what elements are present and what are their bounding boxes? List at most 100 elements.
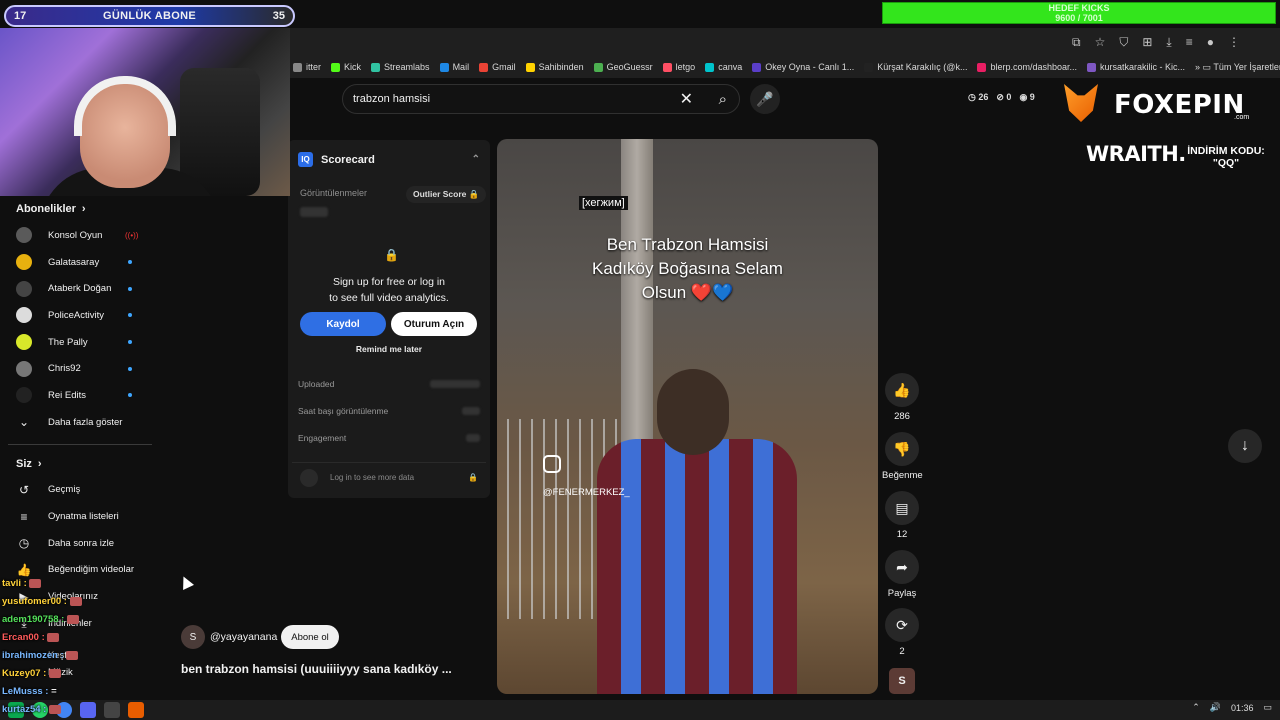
- chat-username: ibrahimozen :: [2, 650, 67, 661]
- show-more-button[interactable]: ⌄ Daha fazla göster: [0, 409, 160, 436]
- shield-icon[interactable]: ⛉: [1119, 35, 1128, 50]
- chat-username: tavli :: [2, 578, 30, 589]
- menu-icon[interactable]: ⋮: [1228, 35, 1240, 49]
- emote-icon: [47, 632, 60, 642]
- search-input[interactable]: trabzon hamsisi: [353, 93, 430, 105]
- channel-avatar: [16, 387, 32, 404]
- bookmark-item[interactable]: canva: [702, 62, 742, 72]
- show-more-label: Daha fazla göster: [48, 416, 123, 428]
- chat-message: LeMusss : =: [2, 683, 152, 701]
- chat-message: Ercan00 :: [2, 629, 152, 647]
- stat-b: ⊘ 0: [996, 92, 1012, 102]
- share-button[interactable]: ➦ Paylaş: [884, 550, 920, 599]
- signup-prompt: Sign up for free or log in to see full v…: [288, 274, 490, 306]
- new-content-dot: [128, 286, 132, 291]
- blurred-avatar: [300, 468, 318, 487]
- history-icon: ↺: [18, 482, 30, 497]
- next-short-button[interactable]: ↓: [1228, 429, 1262, 463]
- chat-username: LeMusss :: [2, 686, 52, 697]
- subscribe-button[interactable]: Abone ol: [281, 625, 339, 649]
- bookmark-item[interactable]: letgo: [660, 62, 695, 72]
- login-button[interactable]: Oturum Açın: [391, 312, 477, 336]
- you-header[interactable]: Siz ›: [0, 451, 160, 477]
- scorecard-panel: IQ Scorecard ⌃ Görüntülenmeler Outlier S…: [288, 140, 490, 498]
- bookmark-item[interactable]: itter: [290, 62, 321, 72]
- chevron-right-icon: ›: [37, 457, 42, 470]
- scorecard-title: Scorecard: [321, 153, 375, 166]
- profile-icon[interactable]: ●: [1207, 35, 1214, 49]
- bookmark-favicon-icon: [525, 62, 535, 72]
- sidebar-item-channel[interactable]: Rei Edits: [0, 382, 160, 409]
- sidebar-item-channel[interactable]: Galatasaray: [0, 249, 160, 276]
- bookmark-item[interactable]: blerp.com/dashboar...: [974, 62, 1077, 72]
- short-title[interactable]: ben trabzon hamsisi (uuuiiiiyyy sana kad…: [181, 662, 452, 676]
- you-label: Siz: [16, 457, 32, 470]
- chat-username: yusufomer00 :: [2, 596, 70, 607]
- remix-button[interactable]: ⟳ 2: [884, 608, 920, 657]
- subscriptions-header[interactable]: Abonelikler ›: [0, 196, 160, 222]
- sidebar-item-channel[interactable]: PoliceActivity: [0, 302, 160, 329]
- sound-avatar[interactable]: S: [889, 668, 915, 694]
- sidebar-item-you[interactable]: ↺ Geçmiş: [0, 477, 160, 504]
- channel-avatar: [16, 334, 32, 351]
- search-icon[interactable]: ⌕: [719, 91, 727, 108]
- like-button[interactable]: 👍 286: [884, 373, 920, 422]
- short-video-player[interactable]: [хегжим] Ben Trabzon Hamsisi Kadıköy Boğ…: [497, 139, 878, 694]
- notification-icon[interactable]: ▭: [1263, 702, 1272, 713]
- all-bookmarks-folder[interactable]: » ▭ Tüm Yer İşaretleri: [1192, 62, 1280, 73]
- remind-later-link[interactable]: Remind me later: [288, 344, 490, 354]
- outlier-score-badge[interactable]: Outlier Score 🔒: [406, 186, 487, 203]
- kicks-goal-title: HEDEF KICKS: [1048, 3, 1110, 13]
- channel-label: Chris92: [48, 363, 81, 375]
- see-more-data[interactable]: Log in to see more data 🔒: [292, 462, 486, 492]
- bookmark-star-icon[interactable]: ☆: [1095, 35, 1106, 49]
- extensions-icon[interactable]: ⊞: [1142, 35, 1152, 49]
- volume-icon[interactable]: 🔊: [1210, 702, 1221, 713]
- you-item-label: Daha sonra izle: [48, 537, 115, 549]
- sidebar-item-channel[interactable]: The Pally: [0, 329, 160, 356]
- dislike-button[interactable]: 👎 Beğenme: [882, 432, 923, 481]
- subs-goal-target: 35: [272, 10, 285, 22]
- sidebar-item-you[interactable]: ≡ Oynatma listeleri: [0, 503, 160, 530]
- remix-icon: ⟳: [885, 608, 919, 642]
- channel-avatar[interactable]: S: [181, 625, 205, 649]
- bookmark-item[interactable]: Kürşat Karakılıç (@k...: [861, 62, 967, 72]
- bookmark-item[interactable]: Sahibinden: [523, 62, 584, 72]
- sidebar-item-channel[interactable]: Konsol Oyun ((•)): [0, 222, 160, 249]
- you-item-label: Geçmiş: [48, 484, 81, 496]
- signup-line-1: Sign up for free or log in: [332, 276, 446, 288]
- bookmark-item[interactable]: Okey Oyna - Canlı 1...: [749, 62, 854, 72]
- thumbs-up-icon: 👍: [885, 373, 919, 407]
- register-button[interactable]: Kaydol: [300, 312, 386, 336]
- bookmark-item[interactable]: kursatkarakilic - Kic...: [1084, 62, 1185, 72]
- channel-name[interactable]: @yayayanana: [210, 631, 277, 643]
- search-bar[interactable]: trabzon hamsisi ✕ ⌕: [342, 84, 740, 114]
- chat-message: adem190758 :: [2, 611, 152, 629]
- bookmark-item[interactable]: Mail: [437, 62, 469, 72]
- bookmark-item[interactable]: Gmail: [476, 62, 516, 72]
- playlist-icon: ≡: [20, 509, 28, 524]
- comments-button[interactable]: ▤ 12: [884, 491, 920, 540]
- bookmark-favicon-icon: [752, 62, 762, 72]
- voice-search-button[interactable]: 🎤: [750, 84, 780, 114]
- clear-search-icon[interactable]: ✕: [680, 89, 693, 109]
- clock-icon: ◷: [18, 536, 30, 551]
- subscription-list: Konsol Oyun ((•)) Galatasaray Ataberk Doğan…: [0, 222, 160, 409]
- bookmark-item[interactable]: Streamlabs: [368, 62, 430, 72]
- bookmark-favicon-icon: [331, 62, 341, 72]
- collapse-icon[interactable]: ⌃: [472, 154, 480, 165]
- emote-icon: [49, 704, 61, 714]
- chevron-up-icon[interactable]: ⌃: [1192, 702, 1200, 713]
- fox-logo-icon: [1064, 84, 1098, 122]
- media-icon[interactable]: ≡: [1186, 35, 1193, 49]
- you-item-label: Beğendiğim videolar: [48, 564, 135, 576]
- bookmark-item[interactable]: Kick: [328, 62, 361, 72]
- sidebar-item-channel[interactable]: Chris92: [0, 355, 160, 382]
- sidebar-item-you[interactable]: ◷ Daha sonra izle: [0, 530, 160, 557]
- download-icon[interactable]: ⤓: [1166, 35, 1171, 50]
- bookmark-favicon-icon: [371, 62, 381, 72]
- sidebar-item-channel[interactable]: Ataberk Doğan: [0, 275, 160, 302]
- bookmark-item[interactable]: GeoGuessr: [591, 62, 653, 72]
- cast-icon[interactable]: ⧉: [1072, 35, 1081, 50]
- channel-avatar: [16, 227, 32, 244]
